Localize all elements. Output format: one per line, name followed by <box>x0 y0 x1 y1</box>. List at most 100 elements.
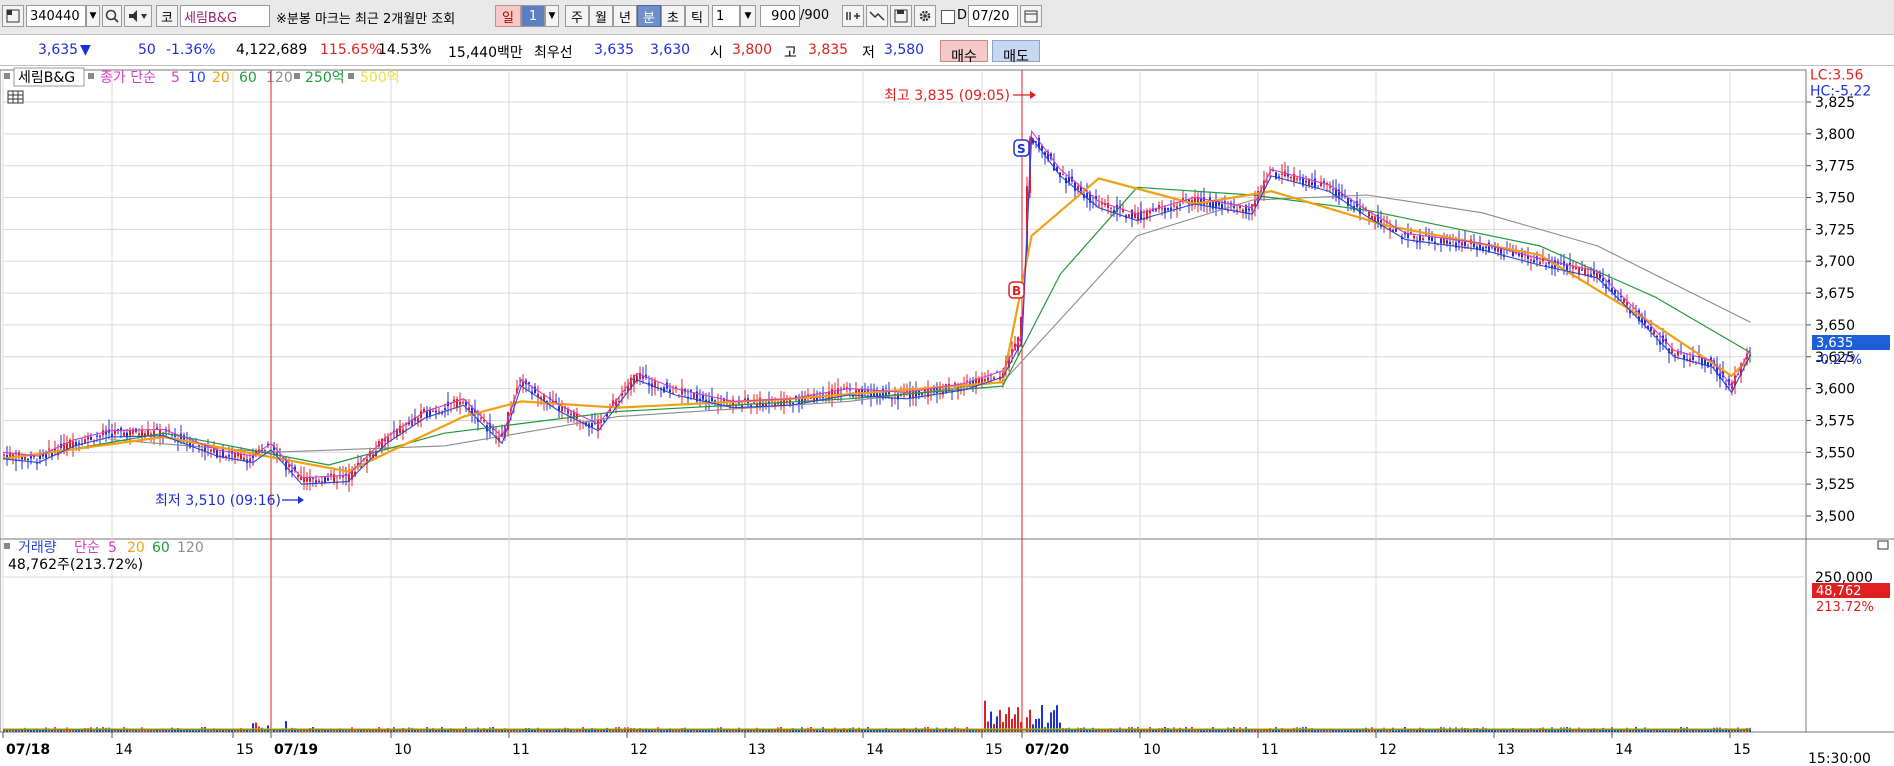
best-ask: 3,635 <box>594 42 635 58</box>
candle-body <box>1374 216 1376 221</box>
count-input[interactable]: 900 <box>760 5 800 27</box>
low-price: 3,580 <box>884 42 925 58</box>
candle-body <box>1176 206 1178 209</box>
candle-body <box>843 387 845 389</box>
x-tick-label: 07/19 <box>274 742 318 758</box>
period-week-button[interactable]: 주 <box>565 5 589 27</box>
period-week-label: 주 <box>571 10 583 26</box>
volume-bar <box>933 730 935 732</box>
period-month-button[interactable]: 월 <box>589 5 613 27</box>
candle-body <box>1170 207 1172 211</box>
candle-body <box>984 379 986 382</box>
legend-amt2-marker <box>348 73 354 79</box>
search-button[interactable] <box>102 5 122 27</box>
buy-button[interactable]: 매수 <box>940 40 988 65</box>
save-button[interactable] <box>890 5 912 27</box>
candle-body <box>702 394 704 400</box>
low-label: 저 <box>862 45 875 61</box>
candle-body <box>954 383 956 385</box>
draw-tool-button[interactable] <box>866 5 888 27</box>
high-label: 고 <box>784 45 797 61</box>
candle-body <box>459 401 461 405</box>
period-tick-button[interactable]: 틱 <box>685 5 709 27</box>
sell-label: 매도 <box>1003 49 1029 65</box>
period-day-dropdown[interactable]: ▼ <box>545 5 559 27</box>
code-dropdown-button[interactable]: ▼ <box>86 5 100 27</box>
x-tick-label: 11 <box>1261 742 1279 758</box>
candle-body <box>1131 209 1133 220</box>
candle-body <box>1074 182 1076 191</box>
current-price: 3,635 <box>38 42 79 58</box>
candle-body <box>1248 208 1250 211</box>
period-min-button[interactable]: 분 <box>637 5 661 27</box>
y-tick-label: 3,775 <box>1815 159 1855 175</box>
period-year-button[interactable]: 년 <box>613 5 637 27</box>
candle-body <box>480 417 482 419</box>
volume-bar <box>1668 730 1670 732</box>
candle-body <box>1173 205 1175 207</box>
candle-body <box>432 410 434 412</box>
period-day-button[interactable]: 일 <box>495 5 521 27</box>
table-icon[interactable] <box>7 90 24 104</box>
panel-maximize-icon[interactable] <box>1877 540 1889 550</box>
candle-body <box>1650 327 1652 331</box>
period-tick-label: 틱 <box>691 10 703 26</box>
volume-bar <box>57 730 59 732</box>
candle-body <box>240 454 242 460</box>
candle-body <box>1539 261 1541 265</box>
volume-bar <box>324 730 326 732</box>
interval-dropdown[interactable]: ▼ <box>740 5 756 27</box>
volume-bar <box>1017 707 1019 732</box>
stock-code-input[interactable]: 340440 <box>26 5 86 27</box>
sell-signal: S <box>1013 139 1030 157</box>
volume-bar <box>1116 730 1118 732</box>
time-label: 15:30:00 <box>1808 751 1871 766</box>
sell-button[interactable]: 매도 <box>992 40 1040 65</box>
x-tick-label: 12 <box>630 742 648 758</box>
candle-body <box>1314 178 1316 188</box>
candle-body <box>1323 181 1325 183</box>
interval-input[interactable]: 1 <box>712 5 740 27</box>
high-annotation: 최고 3,835 (09:05) <box>884 88 1010 104</box>
x-tick-label: 15 <box>985 742 1003 758</box>
volume-bar <box>1650 730 1652 732</box>
period-sec-button[interactable]: 초 <box>661 5 685 27</box>
candle-body <box>27 458 29 460</box>
candle-body <box>96 435 98 437</box>
volume-bar <box>249 730 251 732</box>
volume-bar <box>63 730 65 732</box>
candle-body <box>1581 269 1583 271</box>
volume-value-label: 48,762 <box>1816 584 1862 599</box>
candle-body <box>417 417 419 422</box>
candle-body <box>693 392 695 399</box>
candle-body <box>3 454 5 456</box>
change-arrow: ▼ <box>80 42 91 58</box>
candle-body <box>1656 335 1658 338</box>
candle-body <box>210 449 212 452</box>
speaker-button[interactable] <box>124 5 152 27</box>
chart-tool-button[interactable] <box>842 5 864 27</box>
date-checkbox[interactable] <box>941 10 955 24</box>
candle-body <box>1485 246 1487 248</box>
calendar-button[interactable] <box>1020 5 1042 27</box>
candle-body <box>435 410 437 413</box>
volume-bar <box>183 730 185 732</box>
candle-body <box>834 392 836 394</box>
calendar-icon <box>1024 10 1038 23</box>
period-day-count[interactable]: 1 <box>521 5 545 27</box>
speaker-icon <box>129 10 147 22</box>
date-input[interactable]: 07/20 <box>968 5 1018 27</box>
stock-name-field[interactable]: 세림B&G <box>180 5 270 27</box>
price-chart[interactable]: 세림B&G 종가 단순 5 10 20 60 120 250억 500억 3,5… <box>0 66 1894 766</box>
y-tick-label: 3,575 <box>1815 413 1855 429</box>
candle-body <box>444 408 446 411</box>
x-tick-label: 10 <box>1143 742 1161 758</box>
volume-bar <box>180 730 182 732</box>
volume-bar <box>1587 730 1589 732</box>
change-percent: -1.36% <box>166 42 216 58</box>
settings-button[interactable] <box>914 5 936 27</box>
save-icon <box>894 9 908 23</box>
layout-icon[interactable] <box>2 5 24 27</box>
volume-bar <box>714 730 716 732</box>
volume-bar <box>225 730 227 732</box>
